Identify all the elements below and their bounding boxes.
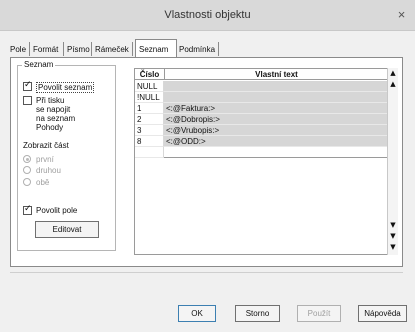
- cell-cislo: !NULL: [135, 92, 164, 103]
- tab-ramecek[interactable]: Rámeček: [95, 43, 129, 57]
- tab-separator: [132, 42, 133, 56]
- seznam-group-title: Seznam: [22, 60, 56, 70]
- pri-tisku-line3: na seznam: [36, 114, 76, 123]
- tab-podminka[interactable]: Podmínka: [179, 43, 215, 57]
- cell-text[interactable]: <:@ODD:>: [164, 136, 387, 147]
- tab-separator: [218, 42, 219, 56]
- povolit-pole-label: Povolit pole: [36, 206, 78, 215]
- radio-druhou[interactable]: [23, 166, 31, 174]
- scroll-down-icon[interactable]: ▼: [388, 220, 398, 230]
- cell-cislo: NULL: [135, 81, 164, 92]
- pouzit-button[interactable]: Použít: [297, 305, 341, 322]
- cell-text[interactable]: [164, 147, 387, 158]
- table-row[interactable]: !NULL: [135, 92, 388, 103]
- cell-text[interactable]: <:@Vrubopis:>: [164, 125, 387, 136]
- scroll-up-icon[interactable]: ▲: [388, 79, 398, 89]
- povolit-seznam-checkbox[interactable]: [23, 80, 32, 91]
- table-row[interactable]: 1 <:@Faktura:>: [135, 103, 388, 114]
- storno-button[interactable]: Storno: [235, 305, 280, 322]
- column-header-cislo[interactable]: Číslo: [135, 69, 164, 80]
- cell-text[interactable]: [164, 92, 387, 103]
- napoveda-button[interactable]: Nápověda: [358, 305, 407, 322]
- cell-cislo: 2: [135, 114, 164, 125]
- radio-obe[interactable]: [23, 178, 31, 186]
- pri-tisku-checkbox[interactable]: [23, 96, 32, 105]
- tab-format[interactable]: Formát: [33, 43, 58, 57]
- zobrazit-cast-label: Zobrazit část: [23, 141, 69, 150]
- table-row[interactable]: [135, 147, 388, 158]
- column-header-vlastni-text[interactable]: Vlastní text: [164, 69, 388, 80]
- radio-prvni-label: první: [36, 155, 54, 164]
- tab-separator: [29, 42, 30, 56]
- table-row[interactable]: 8 <:@ODD:>: [135, 136, 388, 147]
- cell-cislo: 3: [135, 125, 164, 136]
- radio-druhou-label: druhou: [36, 166, 61, 175]
- cell-text[interactable]: [164, 81, 387, 92]
- cell-text[interactable]: <:@Faktura:>: [164, 103, 387, 114]
- list-grid: Číslo Vlastní text NULL !NULL 1 <:@Faktu…: [134, 68, 388, 255]
- tab-separator: [91, 42, 92, 56]
- scroll-top-icon[interactable]: ▲: [388, 68, 398, 78]
- cell-cislo: [135, 147, 164, 158]
- pri-tisku-line2: se napojit: [36, 105, 71, 114]
- cell-cislo: 8: [135, 136, 164, 147]
- vertical-scrollbar[interactable]: ▲ ▲ ▼ ▼ ▼: [387, 68, 398, 255]
- cell-cislo: 1: [135, 103, 164, 114]
- scroll-page-down-icon[interactable]: ▼: [388, 231, 398, 241]
- radio-obe-label: obě: [36, 178, 50, 187]
- scroll-bottom-icon[interactable]: ▼: [388, 242, 398, 252]
- editovat-button[interactable]: Editovat: [35, 221, 99, 238]
- pri-tisku-line1: Při tisku: [36, 96, 65, 105]
- tab-pismo[interactable]: Písmo: [67, 43, 90, 57]
- cell-text[interactable]: <:@Dobropis:>: [164, 114, 387, 125]
- divider: [10, 272, 403, 273]
- window-title: Vlastnosti objektu: [164, 9, 251, 21]
- ok-button[interactable]: OK: [178, 305, 216, 322]
- radio-prvni[interactable]: [23, 155, 31, 163]
- tab-seznam[interactable]: Seznam: [139, 43, 168, 57]
- tab-separator: [63, 42, 64, 56]
- close-icon[interactable]: ×: [388, 0, 415, 31]
- pri-tisku-line4: Pohody: [36, 123, 64, 132]
- povolit-seznam-label[interactable]: Povolit seznam: [36, 82, 95, 93]
- table-row[interactable]: 3 <:@Vrubopis:>: [135, 125, 388, 136]
- tab-strip: Pole Formát Písmo Rámeček Seznam Podmínk…: [6, 38, 410, 59]
- table-row[interactable]: NULL: [135, 81, 388, 92]
- table-row[interactable]: 2 <:@Dobropis:>: [135, 114, 388, 125]
- tab-pole[interactable]: Pole: [10, 43, 26, 57]
- povolit-pole-checkbox[interactable]: [23, 204, 32, 215]
